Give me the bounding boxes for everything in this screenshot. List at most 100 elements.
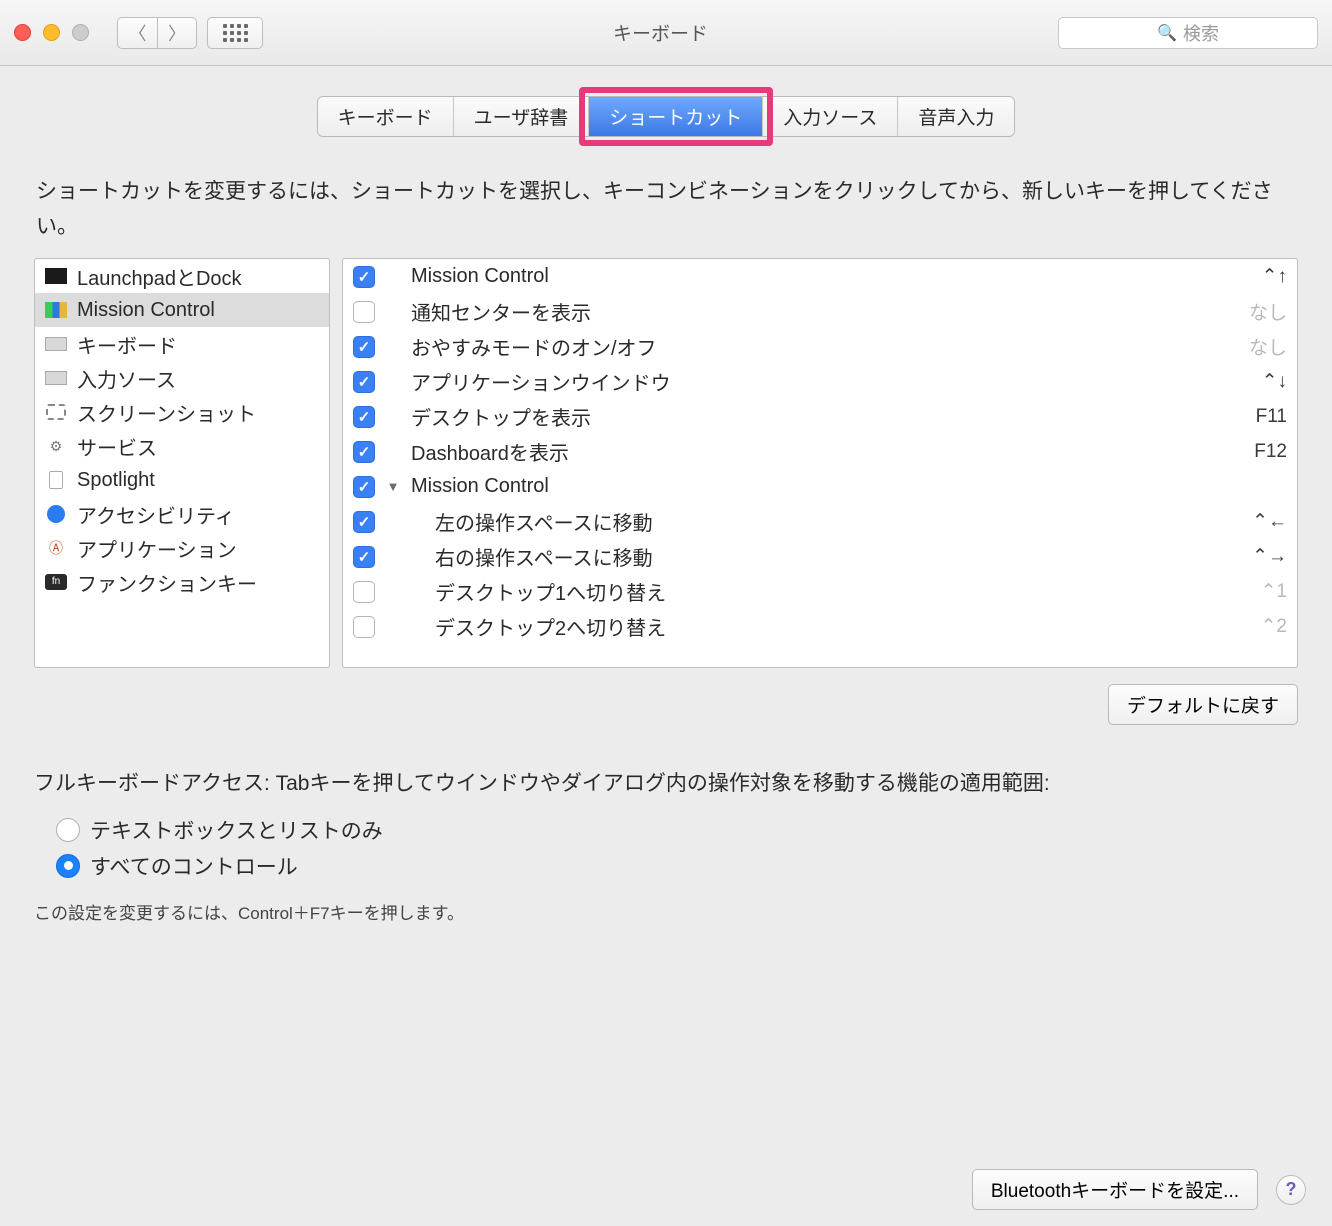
- shortcut-checkbox[interactable]: [353, 441, 375, 463]
- shortcut-list[interactable]: Mission Control⌃↑通知センターを表示なしおやすみモードのオン/オ…: [342, 258, 1298, 668]
- show-all-button[interactable]: [207, 17, 263, 49]
- back-button[interactable]: 〈: [117, 17, 157, 49]
- shortcut-checkbox[interactable]: [353, 546, 375, 568]
- shortcut-row[interactable]: アプリケーションウインドウ ⌃↓: [343, 364, 1297, 399]
- chevron-right-icon: 〉: [168, 20, 186, 46]
- fn-icon: fn: [45, 573, 67, 591]
- tab-4[interactable]: 音声入力: [898, 97, 1014, 136]
- shortcut-row[interactable]: デスクトップ2へ切り替え ⌃2: [343, 609, 1297, 644]
- zoom-window-button: [72, 24, 89, 41]
- traffic-lights: [14, 24, 89, 41]
- forward-button[interactable]: 〉: [157, 17, 197, 49]
- shortcut-row[interactable]: おやすみモードのオン/オフなし: [343, 329, 1297, 364]
- shortcut-checkbox[interactable]: [353, 581, 375, 603]
- shortcut-checkbox[interactable]: [353, 616, 375, 638]
- shortcut-row[interactable]: ▼ Mission Control: [343, 469, 1297, 504]
- doc-icon: [45, 471, 67, 489]
- shortcut-key[interactable]: ⌃←: [1252, 510, 1287, 533]
- shortcut-label: デスクトップ1へ切り替え: [411, 577, 1251, 606]
- shortcut-key[interactable]: なし: [1249, 333, 1287, 360]
- shortcut-key[interactable]: F11: [1256, 406, 1287, 428]
- category-label: サービス: [77, 432, 157, 461]
- fka-option-textboxes[interactable]: テキストボックスとリストのみ: [56, 815, 1298, 845]
- restore-defaults-button[interactable]: デフォルトに戻す: [1108, 684, 1298, 725]
- shortcut-label: おやすみモードのオン/オフ: [411, 332, 1239, 361]
- gear-icon: ⚙: [45, 437, 67, 455]
- category-item[interactable]: アクセシビリティ: [35, 497, 329, 531]
- category-label: 入力ソース: [77, 364, 176, 393]
- shortcut-checkbox[interactable]: [353, 371, 375, 393]
- search-input[interactable]: 🔍 検索: [1058, 17, 1318, 49]
- category-item[interactable]: Spotlight: [35, 463, 329, 497]
- category-label: アクセシビリティ: [77, 500, 235, 529]
- shortcut-key[interactable]: なし: [1249, 298, 1287, 325]
- shortcut-row[interactable]: 右の操作スペースに移動⌃→: [343, 539, 1297, 574]
- launchpad-icon: [45, 267, 67, 285]
- search-icon: 🔍: [1157, 23, 1177, 43]
- shortcut-checkbox[interactable]: [353, 336, 375, 358]
- shortcut-row[interactable]: デスクトップ1へ切り替え ⌃1: [343, 574, 1297, 609]
- instruction-text: ショートカットを変更するには、ショートカットを選択し、キーコンビネーションをクリ…: [34, 175, 1298, 244]
- grid-icon: [223, 24, 248, 42]
- fka-hint: この設定を変更するには、Control＋F7キーを押します。: [34, 899, 1298, 924]
- shortcut-label: Dashboardを表示: [411, 437, 1244, 466]
- category-item[interactable]: fn ファンクションキー: [35, 565, 329, 599]
- bluetooth-keyboard-button[interactable]: Bluetoothキーボードを設定...: [972, 1169, 1258, 1210]
- shortcut-checkbox[interactable]: [353, 476, 375, 498]
- search-placeholder: 検索: [1183, 20, 1219, 46]
- tab-0[interactable]: キーボード: [318, 97, 454, 136]
- category-label: キーボード: [77, 330, 177, 359]
- radio-icon: [56, 854, 80, 878]
- fka-option-all-controls[interactable]: すべてのコントロール: [56, 851, 1298, 881]
- category-label: スクリーンショット: [77, 398, 256, 427]
- category-label: アプリケーション: [77, 534, 237, 563]
- radio-label: すべてのコントロール: [90, 851, 298, 881]
- kb-icon: [45, 335, 67, 353]
- tab-bar: キーボードユーザ辞書ショートカット入力ソース音声入力: [34, 96, 1298, 137]
- shortcut-key[interactable]: ⌃↓: [1262, 370, 1287, 393]
- shortcut-row[interactable]: 左の操作スペースに移動 ⌃←: [343, 504, 1297, 539]
- category-item[interactable]: ⚙ サービス: [35, 429, 329, 463]
- category-item[interactable]: 入力ソース: [35, 361, 329, 395]
- shortcut-key[interactable]: ⌃↑: [1262, 265, 1287, 288]
- app-icon: Ⓐ: [45, 539, 67, 557]
- tab-1[interactable]: ユーザ辞書: [454, 97, 590, 136]
- help-button[interactable]: ?: [1276, 1175, 1306, 1205]
- shortcut-checkbox[interactable]: [353, 301, 375, 323]
- disclosure-triangle-icon[interactable]: ▼: [385, 479, 401, 494]
- shortcut-label: アプリケーションウインドウ: [411, 367, 1252, 396]
- category-item[interactable]: Ⓐ アプリケーション: [35, 531, 329, 565]
- shortcut-label: Mission Control: [411, 475, 1277, 498]
- shortcut-row[interactable]: デスクトップを表示 F11: [343, 399, 1297, 434]
- shortcut-row[interactable]: Dashboardを表示 F12: [343, 434, 1297, 469]
- window-toolbar: 〈 〉 キーボード 🔍 検索: [0, 0, 1332, 66]
- shortcut-row[interactable]: Mission Control⌃↑: [343, 259, 1297, 294]
- category-item[interactable]: Mission Control: [35, 293, 329, 327]
- category-label: Mission Control: [77, 299, 215, 322]
- shortcut-label: デスクトップ2へ切り替え: [411, 612, 1251, 641]
- category-item[interactable]: LaunchpadとDock: [35, 259, 329, 293]
- minimize-window-button[interactable]: [43, 24, 60, 41]
- shortcut-key[interactable]: ⌃2: [1261, 615, 1288, 638]
- shortcut-key[interactable]: ⌃→: [1252, 545, 1287, 568]
- category-label: Spotlight: [77, 469, 155, 492]
- close-window-button[interactable]: [14, 24, 31, 41]
- shortcut-label: 通知センターを表示: [411, 297, 1239, 326]
- category-item[interactable]: キーボード: [35, 327, 329, 361]
- shortcut-checkbox[interactable]: [353, 266, 375, 288]
- shortcut-checkbox[interactable]: [353, 406, 375, 428]
- category-item[interactable]: スクリーンショット: [35, 395, 329, 429]
- fka-description: フルキーボードアクセス: Tabキーを押してウインドウやダイアログ内の操作対象を…: [34, 767, 1298, 801]
- tab-3[interactable]: 入力ソース: [763, 97, 898, 136]
- shortcut-key[interactable]: ⌃1: [1261, 580, 1288, 603]
- shortcut-row[interactable]: 通知センターを表示なし: [343, 294, 1297, 329]
- shortcut-checkbox[interactable]: [353, 511, 375, 533]
- kb-icon: [45, 369, 67, 387]
- shortcut-label: デスクトップを表示: [411, 402, 1246, 431]
- window-title: キーボード: [273, 19, 1048, 46]
- shortcut-label: 左の操作スペースに移動: [411, 507, 1242, 536]
- shortcut-key[interactable]: F12: [1254, 441, 1287, 463]
- tab-2[interactable]: ショートカット: [589, 97, 763, 136]
- category-label: ファンクションキー: [77, 568, 257, 597]
- category-list[interactable]: LaunchpadとDock Mission Control キーボード入力ソースス…: [34, 258, 330, 668]
